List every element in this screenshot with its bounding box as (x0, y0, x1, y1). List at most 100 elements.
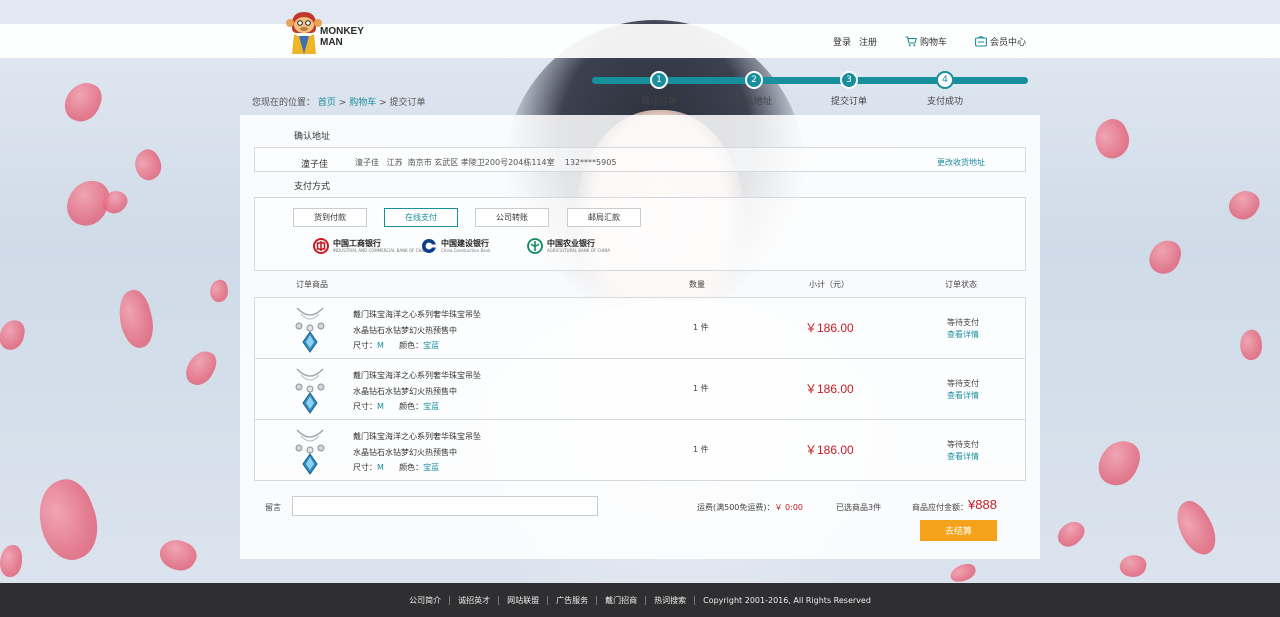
breadcrumb: 您现在的位置： 首页 > 购物车 > 提交订单 (252, 95, 426, 108)
rose-petal (154, 533, 202, 577)
step-3-circle: 3 (840, 71, 858, 89)
pay-postal-remit-button[interactable]: 邮局汇款 (567, 208, 641, 227)
ccb-english: China Construction Bank (441, 248, 491, 253)
top-header (0, 24, 1280, 58)
breadcrumb-current: 提交订单 (389, 98, 426, 108)
footer-link-advertising[interactable]: 广告服务 (548, 595, 598, 605)
step-4-label: 支付成功 (926, 97, 963, 107)
total-label: 商品应付金额： (912, 503, 968, 512)
breadcrumb-home-link[interactable]: 首页 (318, 98, 336, 108)
breadcrumb-cart-link[interactable]: 购物车 (349, 98, 376, 108)
product-title[interactable]: 戴门珠宝海洋之心系列奢华珠宝吊坠 (353, 431, 481, 442)
rose-petal (0, 545, 22, 577)
cart-label: 购物车 (919, 37, 947, 48)
payment-box: 货到付款 在线支付 公司转账 邮局汇款 中国工商银行 INDUSTRIAL AN… (254, 197, 1026, 271)
footer-link-careers[interactable]: 诚招英才 (450, 595, 500, 605)
rose-petal (181, 346, 221, 390)
view-detail-link[interactable]: 查看详情 (947, 390, 979, 401)
rose-petal (0, 318, 27, 352)
col-header-status: 订单状态 (945, 280, 977, 289)
rose-petal (1237, 328, 1265, 362)
color-label: 颜色： (399, 341, 424, 350)
address-detail: 潼子佳 江苏 南京市 玄武区 孝陵卫200号204栋114室 132****59… (355, 158, 617, 167)
rose-petal (1088, 114, 1136, 164)
monkey-man-logo[interactable]: MONKEY MAN (286, 6, 366, 56)
product-thumbnail[interactable] (291, 365, 329, 415)
pay-online-button[interactable]: 在线支付 (384, 208, 458, 227)
icbc-text: 中国工商银行 INDUSTRIAL AND COMMERCIAL BANK OF… (333, 239, 428, 253)
color-value: 宝蓝 (423, 463, 440, 472)
item-subtotal: ￥186.00 (805, 443, 854, 457)
address-section-title: 确认地址 (294, 132, 331, 142)
product-title[interactable]: 戴门珠宝海洋之心系列奢华珠宝吊坠 (353, 370, 481, 381)
footer-link-hot-search[interactable]: 热词搜索 (646, 595, 696, 605)
ccb-text: 中国建设银行 China Construction Bank (441, 239, 490, 253)
rose-petal (28, 472, 108, 568)
ccb-logo-icon (422, 239, 436, 253)
footer-link-about[interactable]: 公司简介 (401, 595, 451, 605)
step-3-label: 提交订单 (830, 97, 867, 107)
header-nav: 登录 注册 购物车 会员中心 (833, 24, 1026, 58)
abc-name: 中国农业银行 (547, 239, 595, 248)
col-header-qty: 数量 (689, 280, 705, 289)
pay-company-transfer-button[interactable]: 公司转账 (475, 208, 549, 227)
order-status: 等待支付 (947, 318, 979, 327)
product-title[interactable]: 戴门珠宝海洋之心系列奢华珠宝吊坠 (353, 309, 481, 320)
bank-option-abc[interactable]: 中国农业银行 AGRICULTURAL BANK OF CHINA (527, 238, 610, 254)
footer-link-affiliate[interactable]: 网站联盟 (499, 595, 549, 605)
bank-option-icbc[interactable]: 中国工商银行 INDUSTRIAL AND COMMERCIAL BANK OF… (313, 238, 428, 254)
order-item-row: 戴门珠宝海洋之心系列奢华珠宝吊坠 水晶钻石水钻梦幻火热预售中 尺寸：M 颜色：宝… (254, 297, 1026, 359)
product-spec: 尺寸：M 颜色：宝蓝 (353, 462, 439, 473)
rose-petal (208, 278, 230, 304)
rose-petal (1093, 434, 1145, 492)
icbc-english: INDUSTRIAL AND COMMERCIAL BANK OF CHINA (333, 248, 429, 253)
shipping-value: ￥ 0:00 (774, 503, 804, 512)
footer-link-franchise[interactable]: 戴门招商 (597, 595, 647, 605)
register-link[interactable]: 注册 (859, 35, 877, 48)
footer-copyright: Copyright 2001-2016, All Rights Reserved (703, 595, 871, 605)
rose-petal (1053, 516, 1089, 552)
product-thumbnail[interactable] (291, 304, 329, 354)
login-link[interactable]: 登录 (833, 35, 851, 48)
abc-english: AGRICULTURAL BANK OF CHINA (547, 248, 611, 253)
color-value: 宝蓝 (423, 341, 440, 350)
order-item-row: 戴门珠宝海洋之心系列奢华珠宝吊坠 水晶钻石水钻梦幻火热预售中 尺寸：M 颜色：宝… (254, 419, 1026, 481)
rose-petal (1118, 552, 1148, 580)
change-address-link[interactable]: 更改收货地址 (937, 157, 985, 168)
cart-link[interactable]: 购物车 (905, 35, 947, 48)
size-value: M (377, 341, 384, 350)
step-1-label: 确认订单 (640, 97, 677, 107)
step-2-label: 确认地址 (735, 97, 772, 107)
product-thumbnail[interactable] (291, 426, 329, 476)
step-4-circle: 4 (936, 71, 954, 89)
member-center-link[interactable]: 会员中心 (975, 35, 1026, 48)
message-input[interactable] (292, 496, 598, 516)
bank-option-ccb[interactable]: 中国建设银行 China Construction Bank (421, 238, 490, 254)
icbc-name: 中国工商银行 (333, 239, 381, 248)
member-center-label: 会员中心 (989, 37, 1026, 48)
abc-logo-icon (527, 238, 543, 254)
checkout-button[interactable]: 去结算 (920, 520, 997, 541)
step-2-circle: 2 (745, 71, 763, 89)
pay-cod-button[interactable]: 货到付款 (293, 208, 367, 227)
breadcrumb-prefix: 您现在的位置： (252, 98, 316, 108)
product-subtitle: 水晶钻石水钻梦幻火热预售中 (353, 448, 457, 457)
logo-text: MONKEY MAN (320, 26, 364, 48)
member-card-icon (975, 35, 987, 47)
color-value: 宝蓝 (423, 402, 440, 411)
order-progress-steps: 1 2 3 4 确认订单 确认地址 提交订单 支付成功 (592, 71, 1028, 107)
col-header-subtotal: 小计（元） (809, 280, 849, 289)
rose-petal (1146, 236, 1184, 278)
product-subtitle: 水晶钻石水钻梦幻火热预售中 (353, 326, 457, 335)
size-label: 尺寸： (353, 463, 377, 472)
rose-petal (113, 286, 159, 352)
icbc-logo-icon (313, 238, 329, 254)
product-spec: 尺寸：M 颜色：宝蓝 (353, 340, 439, 351)
rose-petal (129, 145, 167, 185)
view-detail-link[interactable]: 查看详情 (947, 329, 979, 340)
size-value: M (377, 463, 384, 472)
order-status: 等待支付 (947, 440, 979, 449)
breadcrumb-separator: > (379, 98, 387, 108)
view-detail-link[interactable]: 查看详情 (947, 451, 979, 462)
rose-petal (1168, 495, 1224, 561)
